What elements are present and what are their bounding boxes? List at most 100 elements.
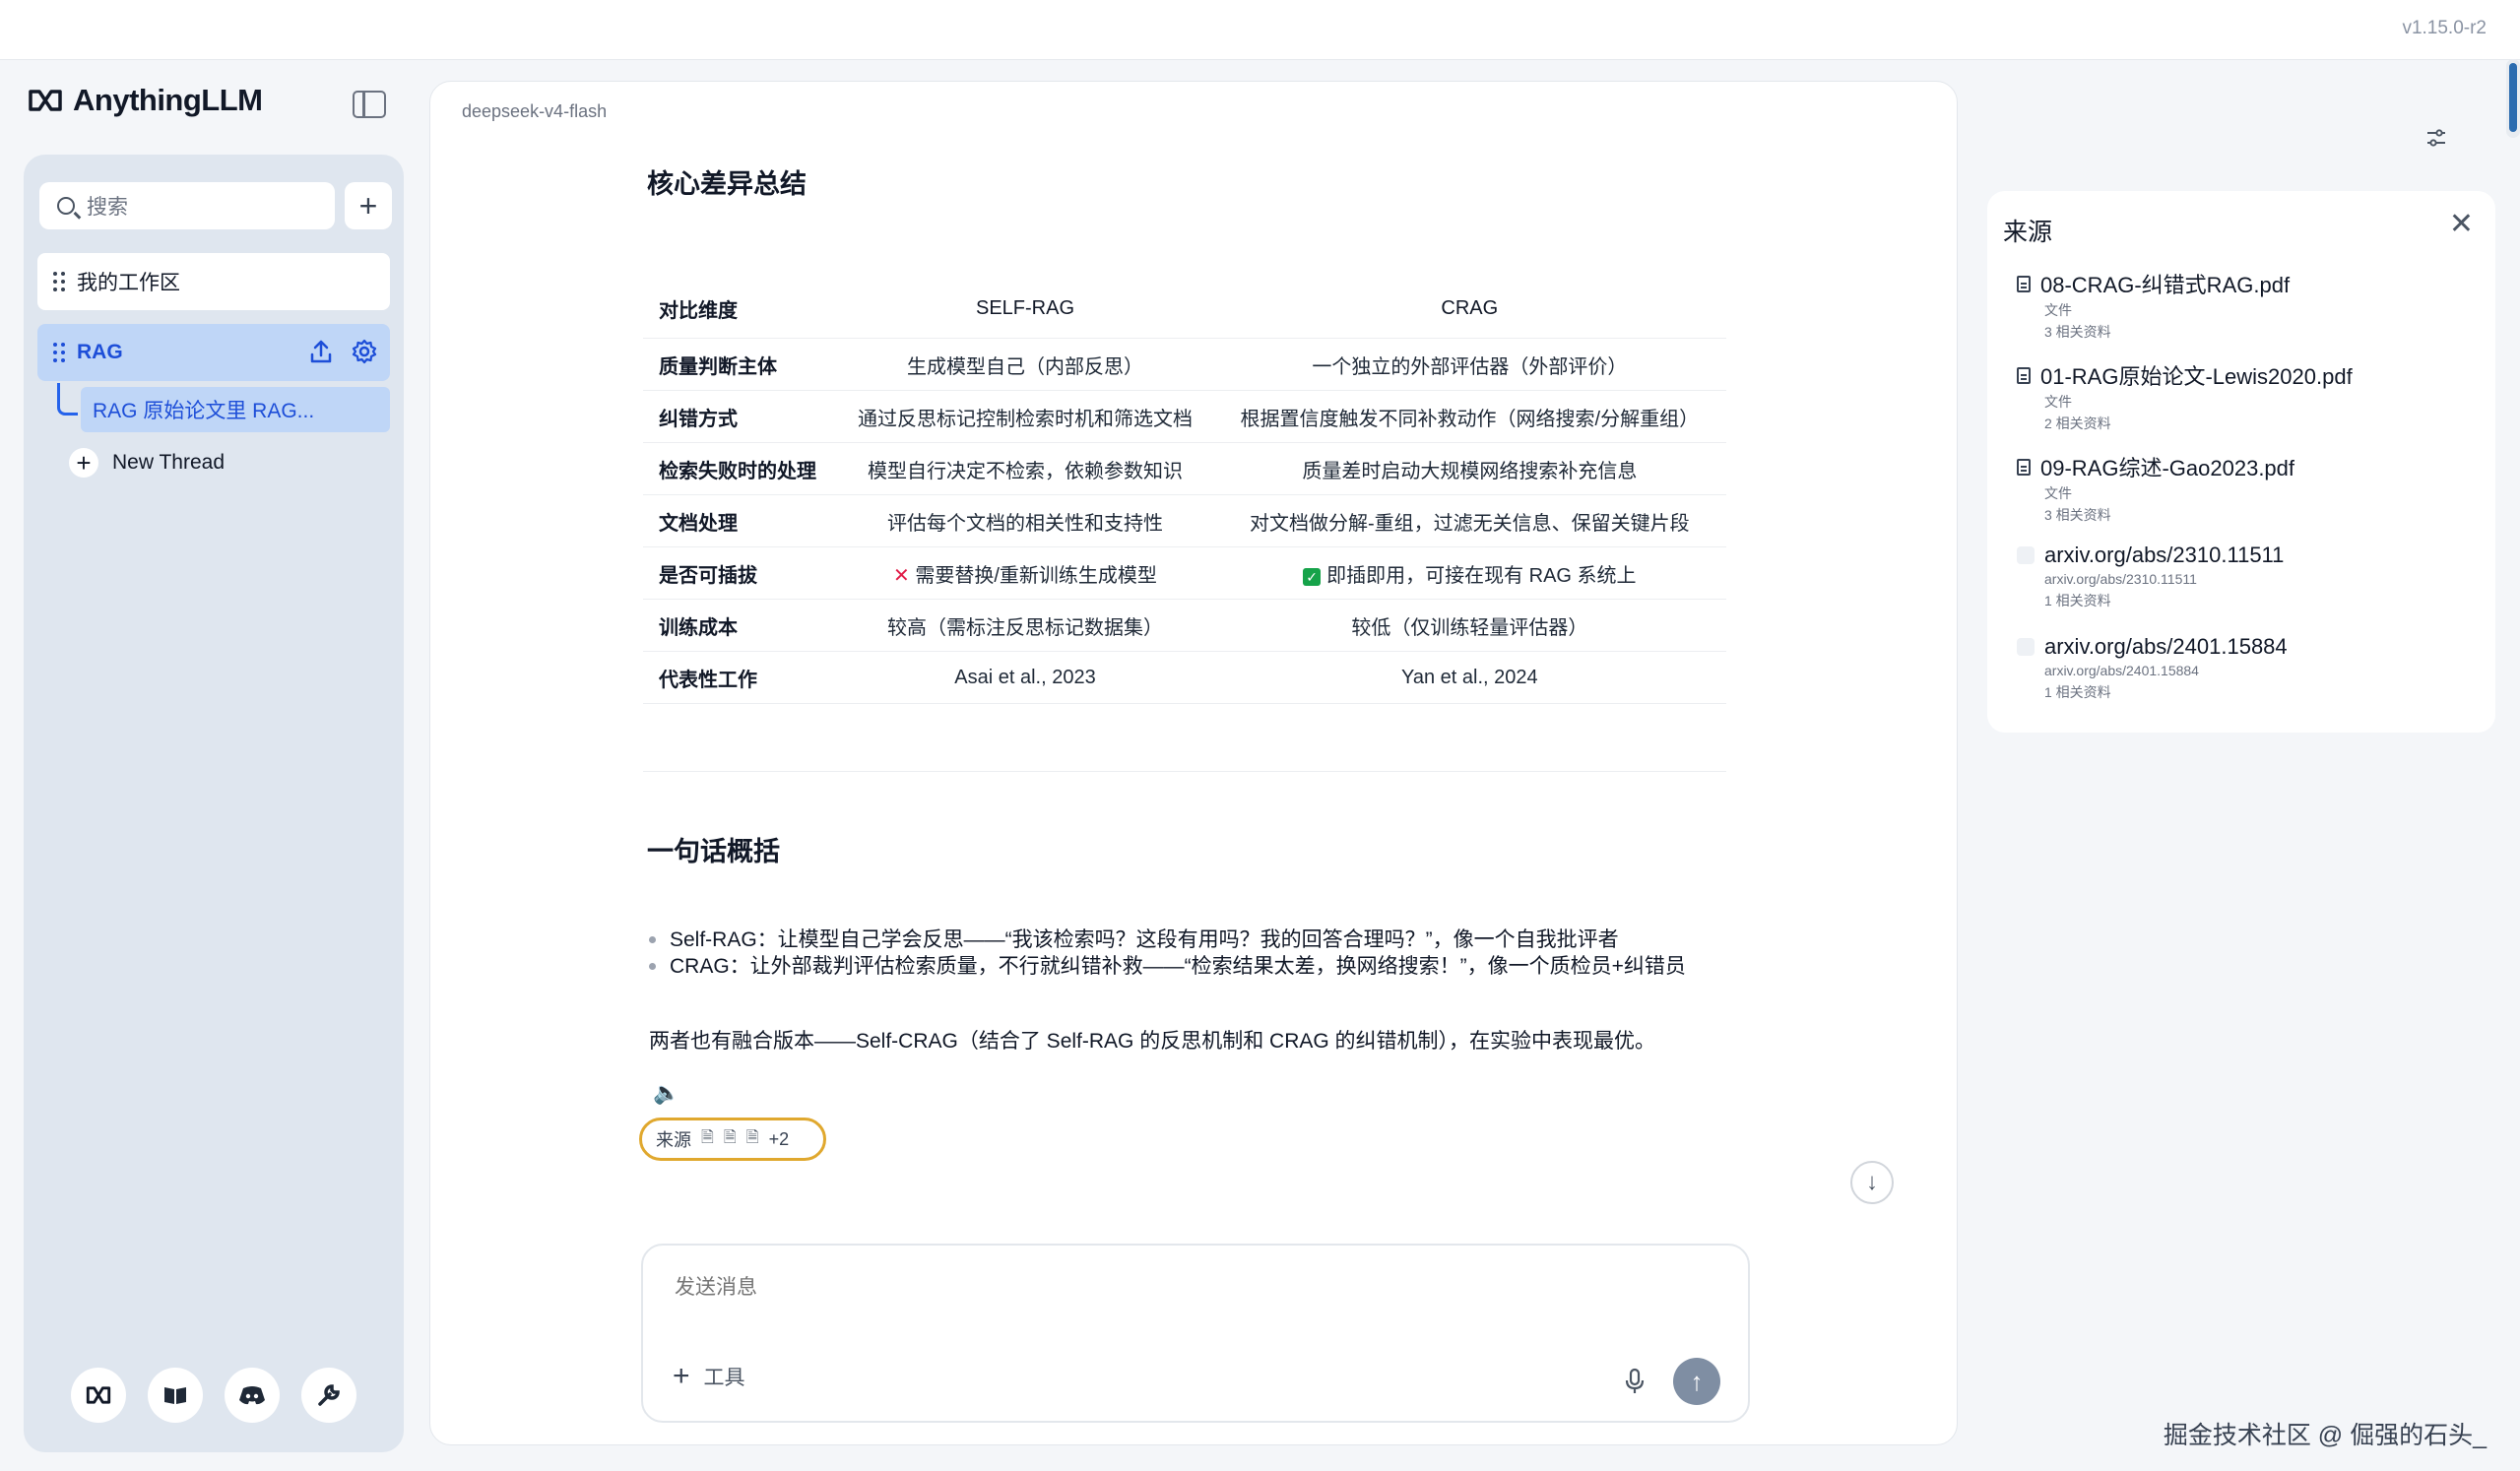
table-row: 是否可插拔 ✕ 需要替换/重新训练生成模型 ✓ 即插即用，可接在现有 RAG 系统… (643, 546, 1726, 600)
drag-handle-icon[interactable] (53, 343, 65, 362)
list-item-text: Self-RAG：让模型自己学会反思——“我该检索吗？这段有用吗？我的回答合理吗… (670, 928, 1619, 951)
table-cell: ✕ 需要替换/重新训练生成模型 (837, 546, 1213, 600)
heading-summary: 核心差异总结 (647, 169, 807, 199)
workspace-label: RAG (77, 341, 123, 363)
table-row: 质量判断主体 生成模型自己（内部反思） 一个独立的外部评估器（外部评价） (643, 338, 1726, 391)
list-item: Self-RAG：让模型自己学会反思——“我该检索吗？这段有用吗？我的回答合理吗… (649, 927, 1686, 953)
tools-button[interactable]: + 工具 (673, 1360, 745, 1393)
wrench-icon[interactable] (301, 1368, 356, 1423)
doc-icon: 🗎 (745, 1128, 759, 1146)
source-refs: 1 相关资料 (2044, 684, 2111, 700)
list-item: CRAG：让外部裁判评估检索质量，不行就纠错补救——“检索结果太差，换网络搜索！… (649, 953, 1686, 980)
check-icon: ✓ (1303, 567, 1322, 586)
source-type: 文件 (2044, 394, 2072, 410)
doc-icon (2017, 366, 2031, 384)
source-type: arxiv.org/abs/2310.11511 (2044, 571, 2197, 587)
source-item[interactable]: 01-RAG原始论文-Lewis2020.pdf 文件 2 相关资料 (2017, 359, 2353, 434)
table-cell: 质量判断主体 (643, 338, 838, 391)
gear-icon[interactable] (351, 338, 378, 365)
chat-panel: deepseek-v4-flash 核心差异总结 对比维度 SELF-RAG C… (429, 81, 1958, 1445)
table-cell: 根据置信度触发不同补救动作（网络搜索/分解重组） (1212, 390, 1726, 443)
source-refs: 2 相关资料 (2044, 416, 2111, 431)
web-icon (2017, 638, 2035, 656)
drag-handle-icon[interactable] (53, 272, 65, 291)
thread-branch-line (57, 383, 78, 416)
table-cell: 质量差时启动大规模网络搜索补充信息 (1212, 442, 1726, 495)
plus-icon: + (69, 448, 98, 478)
brand-name: AnythingLLM (73, 83, 263, 117)
source-refs: 3 相关资料 (2044, 507, 2111, 523)
sources-button[interactable]: 来源 🗎 🗎 🗎 +2 (639, 1118, 826, 1161)
table-cell: Asai et al., 2023 (837, 651, 1213, 704)
upload-icon[interactable] (307, 338, 335, 365)
doc-icon: 🗎 (723, 1128, 737, 1146)
table-cell: 代表性工作 (643, 651, 838, 704)
table-row: 代表性工作 Asai et al., 2023 Yan et al., 2024 (643, 651, 1726, 704)
table-cell: 是否可插拔 (643, 546, 838, 600)
table-cell: 文档处理 (643, 494, 838, 547)
table-cell: Yan et al., 2024 (1212, 651, 1726, 704)
sidebar-footer (71, 1368, 356, 1423)
new-thread-button[interactable]: + New Thread (69, 448, 225, 478)
sources-more-count: +2 (768, 1128, 790, 1149)
source-name: 08-CRAG-纠错式RAG.pdf (2040, 273, 2291, 297)
scrollbar-thumb[interactable] (2509, 63, 2517, 132)
table-row: 纠错方式 通过反思标记控制检索时机和筛选文档 根据置信度触发不同补救动作（网络搜… (643, 390, 1726, 443)
send-button[interactable]: ↑ (1673, 1358, 1720, 1405)
plus-icon: + (673, 1360, 690, 1392)
source-name: 09-RAG综述-Gao2023.pdf (2040, 456, 2295, 480)
scroll-down-button[interactable]: ↓ (1850, 1161, 1894, 1204)
table-cell: 较高（需标注反思标记数据集） (837, 599, 1213, 652)
table-header: SELF-RAG (975, 296, 1075, 319)
source-item[interactable]: 08-CRAG-纠错式RAG.pdf 文件 3 相关资料 (2017, 268, 2290, 343)
divider (643, 771, 1726, 772)
source-type: 文件 (2044, 485, 2072, 501)
source-name: 01-RAG原始论文-Lewis2020.pdf (2040, 364, 2353, 389)
table-cell: 检索失败时的处理 (643, 442, 838, 495)
search-input[interactable]: 搜索 (39, 182, 335, 229)
cross-icon: ✕ (893, 564, 910, 587)
close-icon[interactable]: ✕ (2449, 207, 2474, 241)
source-name: arxiv.org/abs/2310.11511 (2044, 543, 2285, 567)
model-label: deepseek-v4-flash (462, 101, 608, 121)
summary-paragraph: 两者也有融合版本——Self-CRAG（结合了 Self-RAG 的反思机制和 … (649, 1030, 1656, 1053)
table-cell: 生成模型自己（内部反思） (837, 338, 1213, 391)
anythingllm-logo-icon (29, 90, 62, 111)
settings-sliders-icon[interactable] (2424, 126, 2448, 150)
new-workspace-button[interactable]: + (345, 182, 392, 229)
table-cell-text: 即插即用，可接在现有 RAG 系统上 (1326, 564, 1637, 587)
source-item[interactable]: arxiv.org/abs/2401.15884 arxiv.org/abs/2… (2017, 634, 2288, 703)
source-refs: 1 相关资料 (2044, 593, 2111, 608)
source-item[interactable]: 09-RAG综述-Gao2023.pdf 文件 3 相关资料 (2017, 451, 2294, 526)
sources-panel-title: 来源 (2003, 219, 2053, 246)
source-type: arxiv.org/abs/2401.15884 (2044, 663, 2199, 678)
doc-icon: 🗎 (701, 1128, 714, 1146)
workspace-item[interactable]: 我的工作区 (37, 253, 390, 310)
thread-item-active[interactable]: RAG 原始论文里 RAG... (81, 387, 390, 432)
window-scrollbar[interactable] (2506, 59, 2520, 138)
heading-summary-sentence: 一句话概括 (647, 837, 780, 866)
speaker-icon[interactable]: 🔈 (653, 1080, 679, 1106)
message-input[interactable] (673, 1275, 1464, 1301)
source-type: 文件 (2044, 302, 2072, 318)
workspace-item-active[interactable]: RAG (37, 324, 390, 381)
microphone-icon[interactable] (1624, 1368, 1646, 1395)
table-header: CRAG (1441, 296, 1499, 319)
table-cell: 评估每个文档的相关性和支持性 (837, 494, 1213, 547)
discord-icon[interactable] (225, 1368, 280, 1423)
search-icon (57, 197, 75, 215)
top-bar: v1.15.0-r2 (0, 0, 2520, 60)
list-item-text: CRAG：让外部裁判评估检索质量，不行就纠错补救——“检索结果太差，换网络搜索！… (670, 955, 1686, 978)
version-label: v1.15.0-r2 (2402, 18, 2487, 38)
table-row: 训练成本 较高（需标注反思标记数据集） 较低（仅训练轻量评估器） (643, 599, 1726, 652)
source-name: arxiv.org/abs/2401.15884 (2044, 634, 2288, 659)
anythingllm-home-icon[interactable] (71, 1368, 126, 1423)
book-icon[interactable] (148, 1368, 203, 1423)
table-header: 对比维度 (659, 299, 738, 322)
sidebar-toggle-icon[interactable] (353, 91, 386, 118)
table-cell-text: 需要替换/重新训练生成模型 (915, 564, 1157, 587)
table-cell: 纠错方式 (643, 390, 838, 443)
sidebar: 搜索 + 我的工作区 RAG RAG 原始论文里 RAG... + New Th… (24, 155, 404, 1452)
source-item[interactable]: arxiv.org/abs/2310.11511 arxiv.org/abs/2… (2017, 543, 2284, 611)
workspace-label: 我的工作区 (77, 272, 180, 294)
